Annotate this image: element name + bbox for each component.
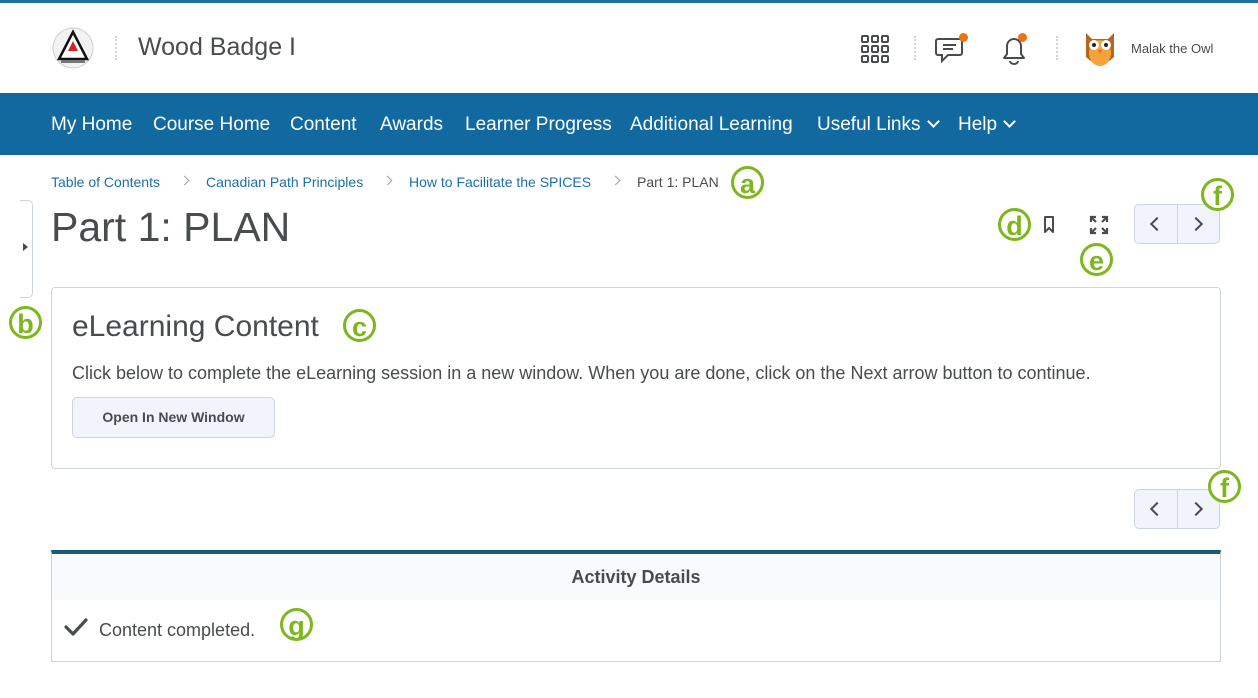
annotation-marker-a: a bbox=[731, 166, 764, 199]
nav-item-additional-learning[interactable]: Additional Learning bbox=[630, 114, 793, 136]
annotation-marker-f: f bbox=[1208, 470, 1241, 503]
header-divider bbox=[115, 36, 117, 60]
chevron-right-icon bbox=[610, 175, 621, 186]
caret-right-icon bbox=[23, 243, 28, 251]
course-navbar: My Home Course Home Content Awards Learn… bbox=[0, 93, 1258, 155]
chevron-right-icon bbox=[1188, 501, 1204, 517]
bell-notification-dot bbox=[1018, 33, 1027, 42]
nav-item-content[interactable]: Content bbox=[290, 114, 357, 136]
annotation-marker-c: c bbox=[343, 309, 376, 342]
scouts-canada-logo[interactable] bbox=[52, 27, 94, 69]
waffle-grid-icon[interactable] bbox=[860, 34, 890, 64]
card-title: eLearning Content bbox=[72, 310, 319, 343]
activity-details-header: Activity Details bbox=[52, 554, 1220, 600]
nav-item-learner-progress[interactable]: Learner Progress bbox=[465, 114, 612, 136]
open-in-new-window-button[interactable]: Open In New Window bbox=[72, 397, 275, 438]
activity-details-panel: Activity Details Content completed. bbox=[51, 550, 1221, 662]
bookmark-icon[interactable] bbox=[1040, 214, 1058, 236]
chat-bubble-icon[interactable] bbox=[935, 33, 969, 67]
nav-item-my-home[interactable]: My Home bbox=[51, 114, 132, 136]
chevron-right-icon bbox=[1188, 216, 1204, 232]
content-card: eLearning Content Click below to complet… bbox=[51, 287, 1221, 469]
breadcrumb-canadian-path-principles[interactable]: Canadian Path Principles bbox=[206, 174, 363, 190]
bottom-pager bbox=[1134, 489, 1220, 529]
nav-item-course-home[interactable]: Course Home bbox=[153, 114, 270, 136]
header-divider bbox=[914, 36, 916, 60]
annotation-marker-b: b bbox=[9, 306, 42, 339]
site-header: Wood Badge I Malak the Owl bbox=[0, 3, 1258, 93]
breadcrumb-table-of-contents[interactable]: Table of Contents bbox=[51, 174, 160, 190]
breadcrumb-current: Part 1: PLAN bbox=[637, 174, 719, 190]
page-title: Part 1: PLAN bbox=[51, 204, 291, 250]
chevron-left-icon bbox=[1149, 501, 1165, 517]
nav-item-useful-links[interactable]: Useful Links bbox=[817, 114, 940, 136]
avatar[interactable] bbox=[1082, 27, 1118, 69]
course-title[interactable]: Wood Badge I bbox=[138, 33, 296, 62]
top-pager bbox=[1134, 204, 1220, 244]
checkmark-icon bbox=[64, 616, 88, 638]
annotation-marker-d: d bbox=[998, 208, 1031, 241]
chevron-right-icon bbox=[179, 175, 190, 186]
nav-item-label: Useful Links bbox=[817, 114, 921, 135]
chat-notification-dot bbox=[959, 33, 968, 42]
bell-icon[interactable] bbox=[998, 33, 1030, 67]
nav-item-awards[interactable]: Awards bbox=[380, 114, 443, 136]
annotation-marker-g: g bbox=[280, 608, 313, 641]
breadcrumb-how-to-facilitate[interactable]: How to Facilitate the SPICES bbox=[409, 174, 591, 190]
card-instructions: Click below to complete the eLearning se… bbox=[72, 363, 1091, 383]
previous-topic-button[interactable] bbox=[1135, 490, 1178, 528]
previous-topic-button[interactable] bbox=[1135, 205, 1178, 243]
user-name[interactable]: Malak the Owl bbox=[1131, 41, 1213, 56]
fullscreen-icon[interactable] bbox=[1088, 214, 1110, 236]
annotation-marker-e: e bbox=[1080, 243, 1113, 276]
chevron-right-icon bbox=[382, 175, 393, 186]
completion-status: Content completed. bbox=[99, 620, 256, 640]
nav-item-label: Help bbox=[958, 114, 998, 135]
nav-item-help[interactable]: Help bbox=[958, 114, 1016, 136]
chevron-left-icon bbox=[1149, 216, 1165, 232]
side-panel-toggle[interactable] bbox=[20, 200, 33, 298]
chevron-down-icon bbox=[1003, 115, 1016, 128]
chevron-down-icon bbox=[926, 115, 940, 128]
annotation-marker-f: f bbox=[1201, 178, 1234, 211]
header-divider bbox=[1056, 36, 1058, 60]
